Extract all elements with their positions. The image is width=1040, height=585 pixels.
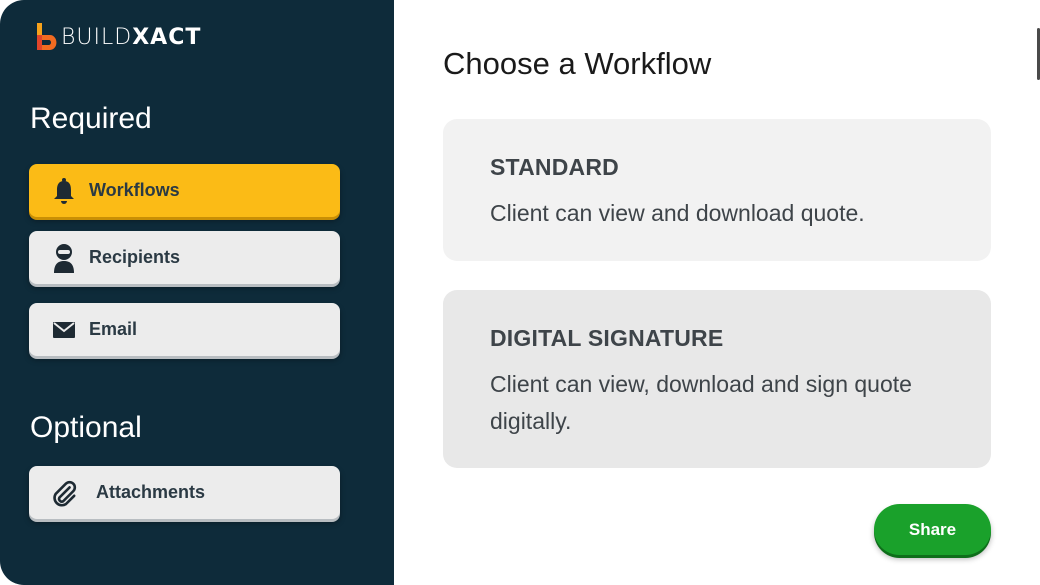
section-title-optional: Optional: [30, 411, 142, 444]
sidebar-item-email[interactable]: Email: [29, 303, 340, 356]
brand-name-part2: XACT: [132, 24, 202, 50]
page-title: Choose a Workflow: [443, 46, 712, 81]
sidebar-item-label: Recipients: [89, 247, 181, 267]
person-icon: [51, 243, 77, 273]
brand-logo: BUILDXACT: [36, 22, 201, 52]
buildxact-logo-icon: [37, 23, 57, 50]
workflow-option-title: DIGITAL SIGNATURE: [490, 325, 724, 351]
workflow-option-description: Client can view and download quote.: [490, 200, 865, 226]
sidebar-item-label: Email: [89, 319, 138, 339]
bell-icon: [51, 176, 77, 206]
envelope-icon: [51, 315, 77, 345]
workflow-option-description: Client can view, download and sign quote…: [490, 371, 912, 434]
paperclip-icon: [51, 478, 77, 508]
share-button[interactable]: Share: [874, 504, 991, 555]
section-title-required: Required: [30, 102, 152, 135]
app-window: BUILDXACT Required Workflows Recipients …: [0, 0, 1040, 585]
sidebar-item-recipients[interactable]: Recipients: [29, 231, 340, 284]
workflow-option-digital-signature[interactable]: DIGITAL SIGNATURE Client can view, downl…: [443, 290, 991, 468]
sidebar-item-label: Workflows: [89, 180, 180, 200]
sidebar-item-label: Attachments: [96, 482, 206, 502]
sidebar: BUILDXACT Required Workflows Recipients …: [0, 0, 394, 585]
sidebar-item-workflows[interactable]: Workflows: [29, 164, 340, 217]
workflow-option-standard[interactable]: STANDARD Client can view and download qu…: [443, 119, 991, 261]
workflow-option-title: STANDARD: [490, 154, 619, 180]
sidebar-item-attachments[interactable]: Attachments: [29, 466, 340, 519]
brand-name-part1: BUILD: [61, 24, 133, 50]
brand-name: BUILDXACT: [61, 25, 201, 50]
main-panel: Choose a Workflow STANDARD Client can vi…: [394, 0, 1040, 585]
